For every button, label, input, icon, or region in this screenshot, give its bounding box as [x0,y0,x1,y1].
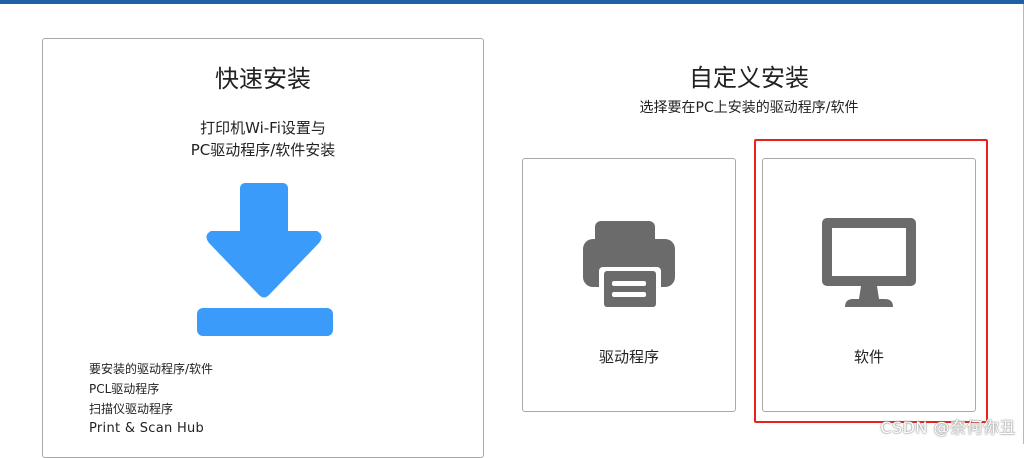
quick-install-title: 快速安装 [43,59,483,94]
list-item-pcl-driver: PCL驱动程序 [89,379,213,399]
install-items-list: 要安装的驱动程序/软件 PCL驱动程序 扫描仪驱动程序 Print & Scan… [89,359,213,439]
printer-icon [579,215,679,315]
quick-install-panel[interactable]: 快速安装 打印机Wi-Fi设置与 PC驱动程序/软件安装 要安装的驱动程序/软件… [42,38,484,458]
window-top-bar [0,0,1024,4]
custom-install-title: 自定义安装 [520,58,978,93]
install-items-heading: 要安装的驱动程序/软件 [89,359,213,379]
software-card-label: 软件 [763,346,975,367]
quick-install-description-line2: PC驱动程序/软件安装 [43,139,483,161]
list-item-scanner-driver: 扫描仪驱动程序 [89,399,213,419]
download-arrow-icon [195,183,335,339]
driver-card-label: 驱动程序 [523,346,735,367]
quick-install-description: 打印机Wi-Fi设置与 PC驱动程序/软件安装 [43,117,483,161]
software-card-button[interactable]: 软件 [762,158,976,412]
custom-install-subtitle: 选择要在PC上安装的驱动程序/软件 [520,97,978,117]
driver-card-button[interactable]: 驱动程序 [522,158,736,412]
quick-install-description-line1: 打印机Wi-Fi设置与 [43,117,483,139]
watermark-text: CSDN @奈何你丑 [880,414,1016,438]
monitor-icon [819,215,919,315]
list-item-print-scan-hub: Print & Scan Hub [89,419,213,439]
